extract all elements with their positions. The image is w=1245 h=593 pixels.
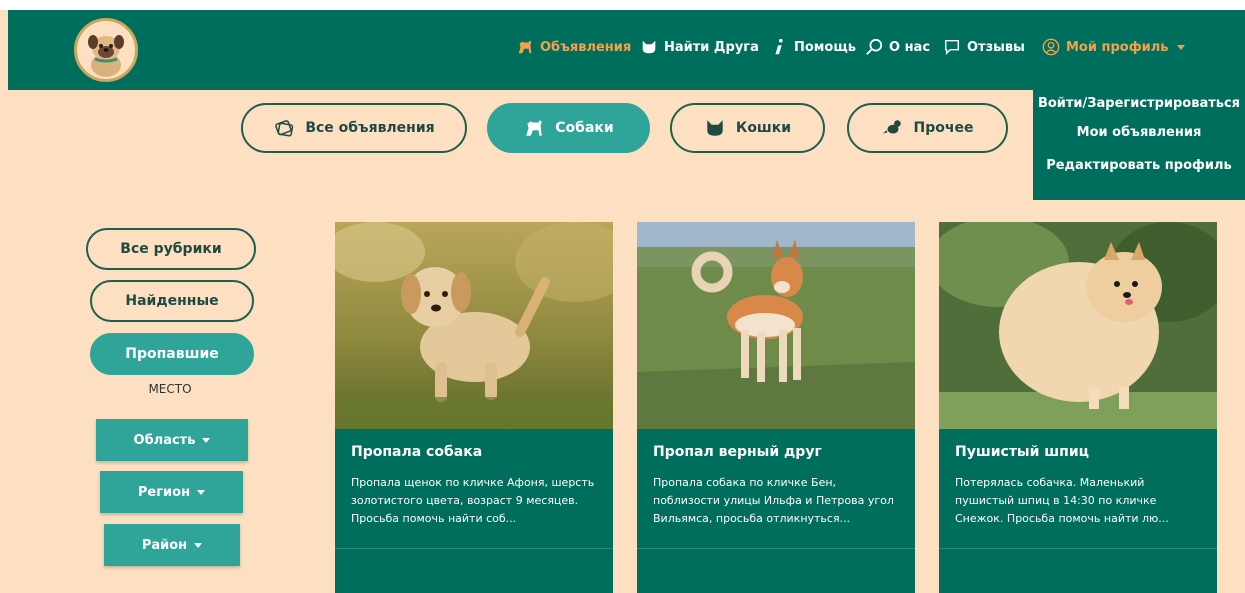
chevron-down-icon [1177, 44, 1186, 50]
category-other[interactable]: Прочее [847, 103, 1008, 153]
nav-ads-label: Объявления [540, 39, 632, 55]
category-other-label: Прочее [913, 120, 974, 136]
menu-login-register[interactable]: Войти/Зарегистрироваться [1033, 96, 1245, 111]
filter-oblast-label: Область [133, 432, 196, 448]
ad-card[interactable]: Пропал верный друг Пропала собака по кли… [637, 222, 915, 593]
card-divider [335, 548, 613, 549]
category-dogs[interactable]: Собаки [487, 103, 650, 153]
category-cats[interactable]: Кошки [670, 103, 825, 153]
profile-dropdown: Войти/Зарегистрироваться Мои объявления … [1033, 90, 1245, 200]
info-icon [775, 38, 783, 55]
ad-card-text: Пропала щенок по кличке Афоня, шерсть зо… [351, 476, 595, 525]
nav-reviews[interactable]: Отзывы [943, 38, 1025, 56]
filter-oblast[interactable]: Область [96, 419, 248, 461]
menu-my-ads[interactable]: Мои объявления [1033, 125, 1245, 140]
category-all-ads[interactable]: Все объявления [241, 103, 467, 153]
user-icon [1042, 38, 1060, 56]
nav-ads[interactable]: Объявления [516, 38, 631, 56]
ad-card-text: Потерялась собачка. Маленький пушистый ш… [955, 476, 1169, 525]
nav-about-label: О нас [889, 39, 931, 55]
nav-find-friend[interactable]: Найти Друга [640, 38, 759, 56]
search-icon [866, 38, 883, 55]
nav-about[interactable]: О нас [865, 38, 930, 56]
rubric-lost[interactable]: Пропавшие [90, 333, 254, 375]
chevron-down-icon [202, 437, 211, 443]
ad-card-title: Пушистый шпиц [955, 444, 1090, 460]
ad-card[interactable]: Пропала собака Пропала щенок по кличке А… [335, 222, 613, 593]
card-divider [637, 548, 915, 549]
tag-icon [275, 120, 294, 137]
filter-district-label: Район [141, 537, 188, 553]
ad-card-title: Пропала собака [351, 444, 483, 460]
menu-edit-profile[interactable]: Редактировать профиль [1033, 158, 1245, 173]
filter-region-label: Регион [137, 484, 191, 500]
ad-card-text: Пропала собака по кличке Бен, поблизости… [653, 476, 894, 525]
page: Объявления Найти Друга Помощь О нас Отзы… [0, 10, 1245, 593]
filter-district[interactable]: Район [104, 524, 240, 566]
rubric-found[interactable]: Найденные [90, 280, 254, 322]
chevron-down-icon [194, 542, 203, 548]
dog-icon [518, 40, 532, 54]
pug-logo[interactable] [74, 18, 138, 82]
header-bar: Объявления Найти Друга Помощь О нас Отзы… [8, 10, 1245, 90]
puppy-photo [335, 222, 613, 429]
ad-card-title: Пропал верный друг [653, 444, 822, 460]
chat-icon [944, 39, 960, 56]
cat-icon [707, 120, 723, 136]
category-all-ads-label: Все объявления [305, 120, 435, 136]
category-dogs-label: Собаки [555, 120, 614, 136]
dog-icon [526, 120, 542, 136]
nav-reviews-label: Отзывы [967, 39, 1025, 55]
bird-icon [882, 120, 901, 134]
cat-icon [642, 40, 656, 54]
akita-photo [637, 222, 915, 429]
place-label: МЕСТО [148, 382, 192, 396]
nav-my-profile[interactable]: Мой профиль [1042, 38, 1186, 56]
ad-card[interactable]: Пушистый шпиц Потерялась собачка. Малень… [939, 222, 1217, 593]
card-divider [939, 548, 1217, 549]
rubric-all[interactable]: Все рубрики [86, 228, 256, 270]
nav-help[interactable]: Помощь [770, 38, 856, 56]
nav-help-label: Помощь [794, 39, 856, 55]
chevron-down-icon [197, 489, 206, 495]
spitz-photo [939, 222, 1217, 429]
filter-region[interactable]: Регион [100, 471, 243, 513]
nav-find-friend-label: Найти Друга [664, 39, 759, 55]
nav-my-profile-label: Мой профиль [1066, 39, 1169, 55]
category-cats-label: Кошки [735, 120, 792, 136]
